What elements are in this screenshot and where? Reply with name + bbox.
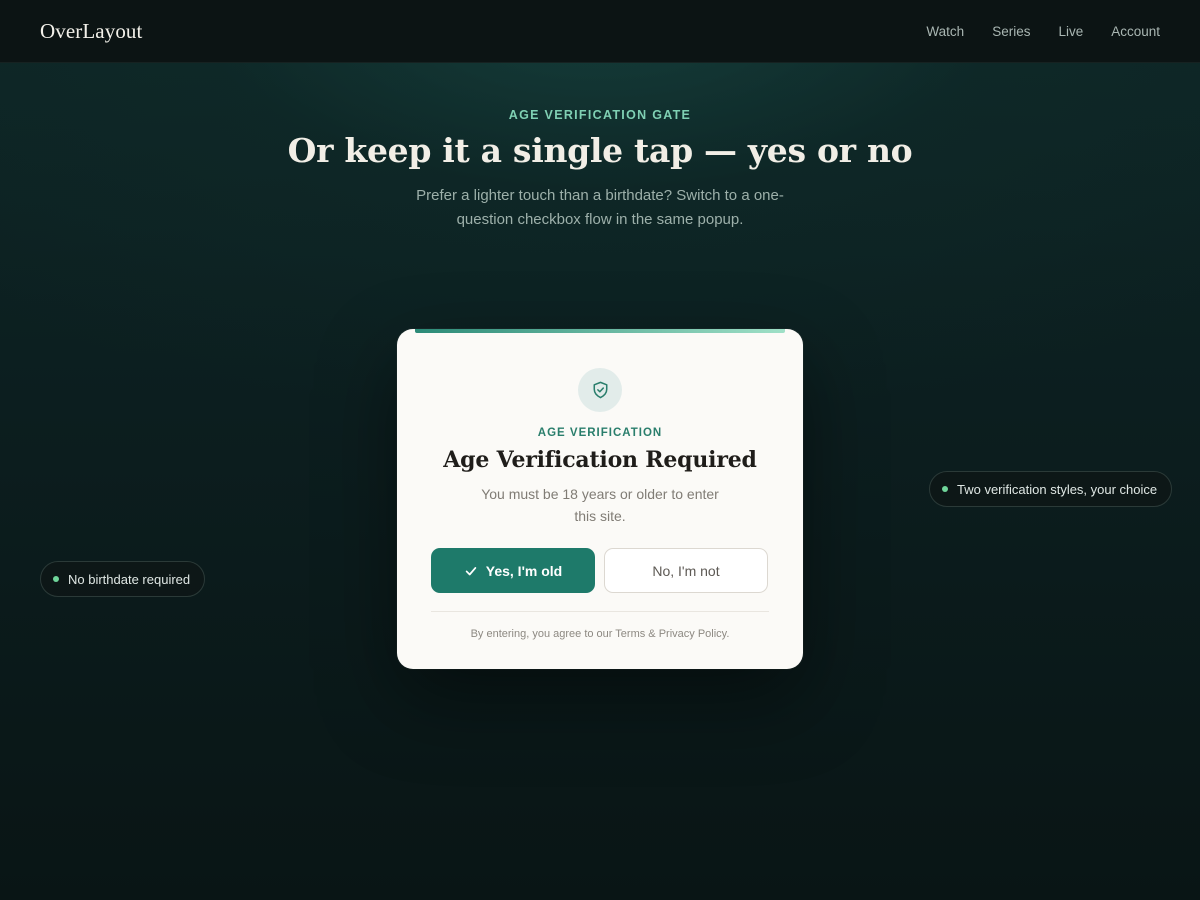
modal-description: You must be 18 years or older to enter t… <box>481 486 719 524</box>
hero-eyebrow: AGE VERIFICATION GATE <box>508 108 692 122</box>
feature-pill-no-birthdate: No birthdate required <box>40 561 206 597</box>
nav-link-account[interactable]: Account <box>1111 24 1160 39</box>
modal-divider <box>431 611 769 612</box>
confirm-age-button[interactable]: Yes, I'm old <box>431 548 595 593</box>
feature-pill-two-styles: Two verification styles, your choice <box>929 471 1173 507</box>
top-navigation-bar: OverLayout Watch Series Live Account <box>0 0 1200 63</box>
hero-title: Or keep it a single tap — yes or no <box>287 131 913 170</box>
modal-eyebrow: AGE VERIFICATION <box>537 427 663 439</box>
feature-pill-label: No birthdate required <box>68 571 191 587</box>
feature-pill-label: Two verification styles, your choice <box>957 481 1158 497</box>
nav-link-watch[interactable]: Watch <box>926 24 964 39</box>
nav-link-live[interactable]: Live <box>1058 24 1083 39</box>
modal-title: Age Verification Required <box>443 447 757 473</box>
main-nav: Watch Series Live Account <box>926 24 1160 39</box>
check-icon <box>464 564 478 578</box>
modal-accent-bar <box>415 329 785 333</box>
age-verification-modal: AGE VERIFICATION Age Verification Requir… <box>397 329 803 669</box>
status-dot-icon <box>53 576 59 582</box>
deny-age-label: No, I'm not <box>652 562 720 579</box>
deny-age-button[interactable]: No, I'm not <box>604 548 768 593</box>
status-dot-icon <box>942 486 948 492</box>
shield-check-icon <box>578 368 622 412</box>
brand-logo[interactable]: OverLayout <box>40 19 142 44</box>
legal-notice: By entering, you agree to our Terms & Pr… <box>470 628 730 640</box>
hero-subtitle: Prefer a lighter touch than a birthdate?… <box>416 187 784 228</box>
confirm-age-label: Yes, I'm old <box>485 562 563 579</box>
hero-section: AGE VERIFICATION GATE Or keep it a singl… <box>0 108 1200 232</box>
nav-link-series[interactable]: Series <box>992 24 1030 39</box>
